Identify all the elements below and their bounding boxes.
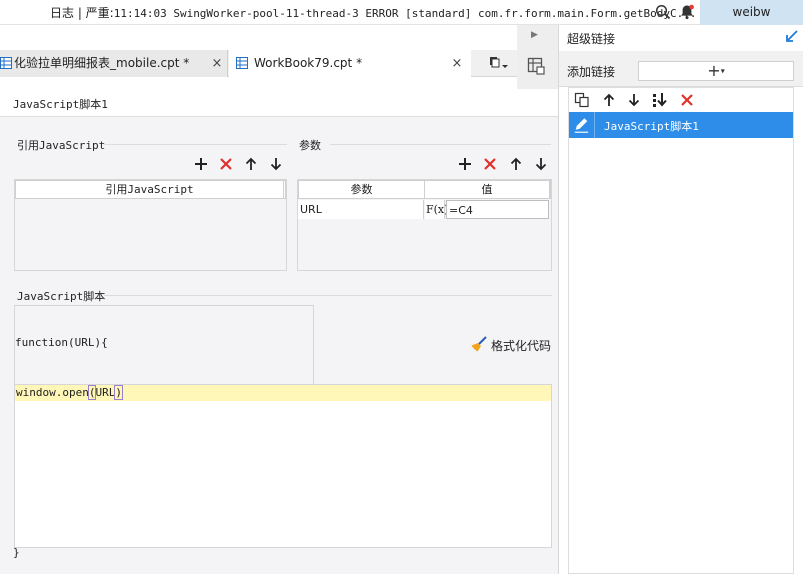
log-detail: 11:14:03 SwingWorker-pool-11-thread-3 ER…	[113, 7, 697, 20]
move-down-icon[interactable]	[268, 156, 284, 172]
ref-js-table-header: 引用JavaScript	[15, 180, 286, 199]
column-header[interactable]: 引用JavaScript	[16, 181, 284, 198]
add-link-dropdown[interactable]: +▾	[638, 61, 794, 81]
function-closing-brace: }	[13, 546, 20, 559]
log-message[interactable]: 日志 | 严重:11:14:03 SwingWorker-pool-11-thr…	[50, 4, 697, 21]
hyperlink-name-label: JavaScript脚本1	[13, 98, 108, 111]
format-code-label: 格式化代码	[491, 339, 552, 353]
param-name-cell[interactable]: URL	[298, 200, 424, 219]
document-tab-bar: 化验拉单明细报表_mobile.cpt * × WorkBook79.cpt *…	[0, 50, 517, 77]
tab-label: WorkBook79.cpt *	[254, 56, 363, 70]
move-up-icon[interactable]	[243, 156, 259, 172]
search-icon[interactable]	[655, 4, 671, 20]
tab-label: 化验拉单明细报表_mobile.cpt *	[14, 56, 190, 70]
bell-icon[interactable]	[679, 4, 695, 20]
hyperlink-panel: 超级链接 添加链接 +▾ JavaScript脚本1	[558, 25, 803, 574]
ref-js-table: 引用JavaScript	[14, 179, 287, 271]
panel-title: 超级链接	[567, 32, 616, 46]
move-up-icon[interactable]	[508, 156, 524, 172]
section-divider	[330, 144, 551, 145]
chevron-down-icon: ▾	[720, 66, 725, 76]
broom-icon	[471, 336, 487, 352]
add-icon[interactable]	[457, 156, 473, 172]
code-line[interactable]: window.open(URL)	[16, 385, 123, 400]
column-header[interactable]: 值	[425, 181, 550, 198]
params-table: 参数 值 URL F(x) =C4	[297, 179, 552, 271]
add-link-bar: 添加链接 +▾	[559, 51, 803, 87]
javascript-editor-panel: JavaScript脚本1 引用JavaScript 引用JavaScript …	[0, 89, 558, 574]
code-editor[interactable]: window.open(URL)	[14, 384, 552, 548]
delete-icon[interactable]	[218, 156, 234, 172]
tab-workbook79[interactable]: WorkBook79.cpt * ×	[229, 50, 471, 77]
add-link-label: 添加链接	[567, 65, 616, 79]
close-icon[interactable]: ×	[211, 50, 223, 77]
collapse-panel-icon[interactable]	[785, 29, 799, 43]
side-toolbar-strip: ▶	[517, 25, 558, 89]
move-up-icon[interactable]	[601, 92, 617, 108]
script-section-title: JavaScript脚本	[17, 290, 106, 303]
code-token: window.open	[16, 386, 89, 399]
params-table-header: 参数 值	[298, 180, 551, 199]
tab-report-mobile[interactable]: 化验拉单明细报表_mobile.cpt * ×	[0, 50, 228, 77]
column-header[interactable]: 参数	[299, 181, 425, 198]
move-down-icon[interactable]	[626, 92, 642, 108]
list-item[interactable]: JavaScript脚本1	[569, 112, 793, 138]
code-token: URL	[95, 386, 116, 399]
move-down-icon[interactable]	[533, 156, 549, 172]
ref-js-section-title: 引用JavaScript	[17, 139, 106, 152]
panel-header: JavaScript脚本1	[0, 89, 558, 117]
user-name[interactable]: weibw	[700, 0, 803, 25]
log-prefix: 日志 | 严重:	[50, 6, 114, 20]
plus-icon: +	[707, 61, 721, 80]
workbook-icon	[0, 57, 12, 69]
expand-arrow-icon[interactable]: ▶	[531, 30, 538, 40]
add-icon[interactable]	[193, 156, 209, 172]
list-item-label: JavaScript脚本1	[604, 120, 699, 133]
section-divider	[104, 144, 287, 145]
cell-attribute-icon[interactable]	[527, 57, 545, 75]
workbook-icon	[236, 57, 248, 69]
formula-icon[interactable]: F(x)	[425, 200, 448, 219]
function-signature: function(URL){	[15, 336, 108, 349]
params-section-title: 参数	[299, 139, 321, 152]
section-divider	[104, 295, 552, 296]
delete-icon[interactable]	[679, 92, 695, 108]
delete-icon[interactable]	[482, 156, 498, 172]
tab-list-dropdown-icon[interactable]	[488, 54, 508, 72]
move-to-bottom-icon[interactable]	[652, 92, 668, 108]
matched-paren: )	[114, 385, 123, 400]
log-bar: 日志 | 严重:11:14:03 SwingWorker-pool-11-thr…	[0, 0, 803, 25]
param-value-cell[interactable]: =C4	[446, 200, 549, 219]
edit-pencil-icon[interactable]	[569, 112, 595, 138]
copy-icon[interactable]	[574, 92, 590, 108]
close-icon[interactable]: ×	[451, 50, 463, 77]
hyperlink-list: JavaScript脚本1	[568, 87, 794, 574]
